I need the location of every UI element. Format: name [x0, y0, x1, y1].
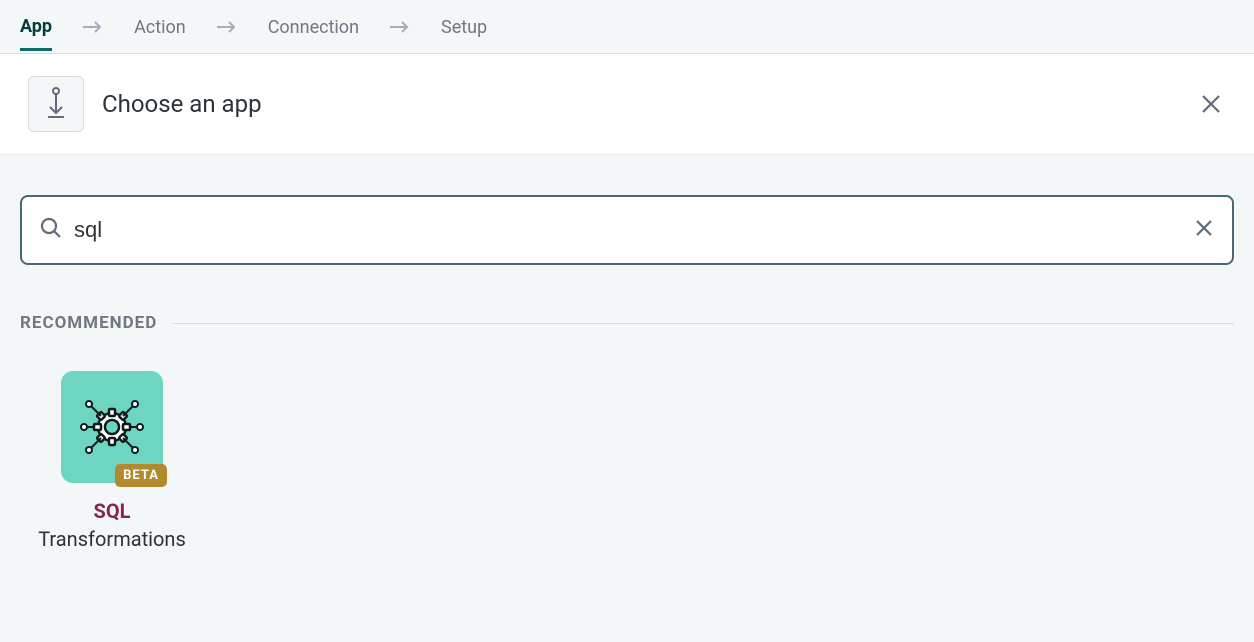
breadcrumb-connection[interactable]: Connection — [268, 3, 359, 50]
panel-body: RECOMMENDED — [0, 155, 1254, 573]
app-icon: BETA — [61, 371, 163, 483]
breadcrumb-app[interactable]: App — [20, 2, 52, 51]
divider — [173, 323, 1234, 324]
app-card-sql-transformations[interactable]: BETA SQL Transformations — [42, 371, 182, 553]
panel-title: Choose an app — [102, 90, 1178, 118]
recommended-section: RECOMMENDED — [20, 313, 1234, 553]
app-name: SQL Transformations — [38, 497, 186, 553]
arrow-icon — [216, 17, 238, 37]
close-icon — [1194, 218, 1214, 238]
placeholder-app-icon — [28, 76, 84, 132]
breadcrumb: App Action Connection Setup — [0, 0, 1254, 54]
breadcrumb-setup[interactable]: Setup — [441, 3, 487, 50]
section-header: RECOMMENDED — [20, 313, 1234, 333]
breadcrumb-action[interactable]: Action — [134, 3, 186, 50]
close-button[interactable] — [1196, 89, 1226, 119]
beta-badge: BETA — [115, 464, 167, 487]
search-box[interactable] — [20, 195, 1234, 265]
section-label: RECOMMENDED — [20, 313, 157, 333]
close-icon — [1200, 93, 1222, 115]
search-icon — [40, 217, 62, 243]
app-name-rest: Transformations — [38, 527, 186, 551]
search-input[interactable] — [74, 217, 1182, 243]
app-cards: BETA SQL Transformations — [20, 371, 1234, 553]
app-name-highlight: SQL — [94, 499, 131, 523]
panel-header: Choose an app — [0, 54, 1254, 155]
arrow-icon — [82, 17, 104, 37]
gear-network-icon — [79, 394, 145, 460]
arrow-icon — [389, 17, 411, 37]
clear-search-button[interactable] — [1194, 218, 1214, 242]
